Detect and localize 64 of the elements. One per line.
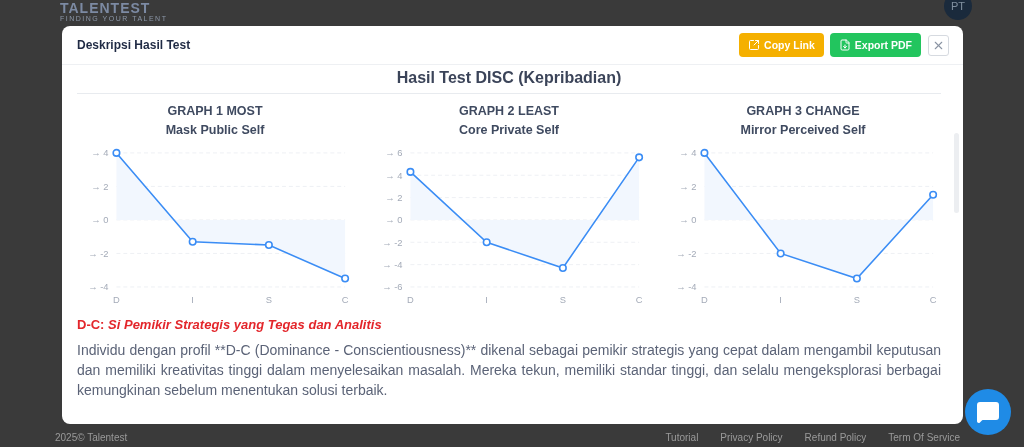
result-heading: Hasil Test DISC (Kepribadian) bbox=[77, 69, 941, 94]
file-download-icon bbox=[838, 39, 851, 51]
graph-title: GRAPH 2 LEAST bbox=[459, 103, 559, 120]
axis-tick-label: → 4 bbox=[679, 148, 697, 159]
footer-link[interactable]: Term Of Service bbox=[888, 432, 960, 443]
data-point bbox=[264, 241, 273, 250]
axis-category-label: I bbox=[485, 294, 488, 305]
axis-tick-label: → 0 bbox=[385, 215, 403, 226]
axis-category-label: C bbox=[635, 294, 643, 305]
data-point bbox=[852, 274, 861, 283]
profile-description: Individu dengan profil **D-C (Dominance - Conscientiousness)** dikenal sebagai pemikir strategis yang cepat dalam mengambil keputusan dan memiliki kreativitas tinggi dalam menyelesaikan masalah. Mereka tekun, memiliki standar tinggi, dan selalu mengeksplorasi berbagai kemungkinan sebelum menentukan solusi terbaik. bbox=[77, 340, 941, 400]
graph-title: GRAPH 3 CHANGE bbox=[746, 103, 860, 120]
axis-category-label: D bbox=[407, 294, 414, 305]
footer-link[interactable]: Tutorial bbox=[665, 432, 699, 443]
footer-link[interactable]: Refund Policy bbox=[804, 432, 867, 443]
data-point bbox=[341, 274, 350, 283]
data-point bbox=[776, 249, 785, 258]
axis-tick-label: → 0 bbox=[91, 215, 109, 226]
axis-tick-label: → -4 bbox=[382, 260, 403, 271]
close-button[interactable] bbox=[928, 34, 949, 56]
axis-tick-label: → 2 bbox=[679, 181, 697, 192]
axis-tick-label: → -4 bbox=[88, 282, 109, 293]
external-link-icon bbox=[748, 39, 761, 51]
axis-category-label: C bbox=[341, 294, 349, 305]
axis-tick-label: → 4 bbox=[385, 170, 403, 181]
graph-subtitle: Mask Public Self bbox=[165, 122, 265, 139]
axis-tick-label: → 2 bbox=[385, 193, 403, 204]
data-point bbox=[112, 148, 121, 157]
axis-tick-label: → -4 bbox=[676, 282, 697, 293]
data-point bbox=[635, 153, 644, 162]
axis-tick-label: → -2 bbox=[676, 248, 697, 259]
data-point bbox=[700, 148, 709, 157]
axis-category-label: C bbox=[929, 294, 937, 305]
axis-category-label: D bbox=[701, 294, 708, 305]
data-point bbox=[929, 190, 938, 199]
graph-title: GRAPH 1 MOST bbox=[167, 103, 263, 120]
logo-name: TALENTEST bbox=[60, 1, 152, 15]
data-point bbox=[406, 167, 415, 176]
data-point bbox=[482, 238, 491, 247]
user-avatar[interactable]: PT bbox=[944, 0, 972, 20]
axis-category-label: I bbox=[191, 294, 194, 305]
axis-category-label: S bbox=[265, 294, 272, 305]
export-pdf-button[interactable]: Export PDF bbox=[829, 33, 921, 57]
axis-category-label: I bbox=[779, 294, 782, 305]
chat-icon bbox=[976, 400, 1000, 424]
footer-link[interactable]: Privacy Policy bbox=[720, 432, 783, 443]
axis-tick-label: → 0 bbox=[679, 215, 697, 226]
axis-category-label: D bbox=[113, 294, 120, 305]
copyright-text: 2025© Talentest bbox=[55, 432, 128, 443]
axis-tick-label: → 6 bbox=[385, 148, 403, 159]
data-point bbox=[558, 263, 567, 272]
modal-title: Deskripsi Hasil Test bbox=[77, 38, 191, 52]
profile-heading: D-C: Si Pemikir Strategis yang Tegas dan Analitis bbox=[77, 316, 383, 332]
axis-tick-label: → 2 bbox=[91, 181, 109, 192]
graph-subtitle: Mirror Perceived Self bbox=[740, 122, 866, 139]
axis-tick-label: → -2 bbox=[88, 248, 109, 259]
axis-tick-label: → -2 bbox=[382, 237, 403, 248]
graph-subtitle: Core Private Self bbox=[458, 122, 559, 139]
axis-tick-label: → -6 bbox=[382, 282, 403, 293]
chat-button[interactable] bbox=[965, 389, 1011, 435]
data-point bbox=[188, 237, 197, 246]
axis-category-label: S bbox=[559, 294, 566, 305]
axis-tick-label: → 4 bbox=[91, 148, 109, 159]
axis-category-label: S bbox=[853, 294, 860, 305]
